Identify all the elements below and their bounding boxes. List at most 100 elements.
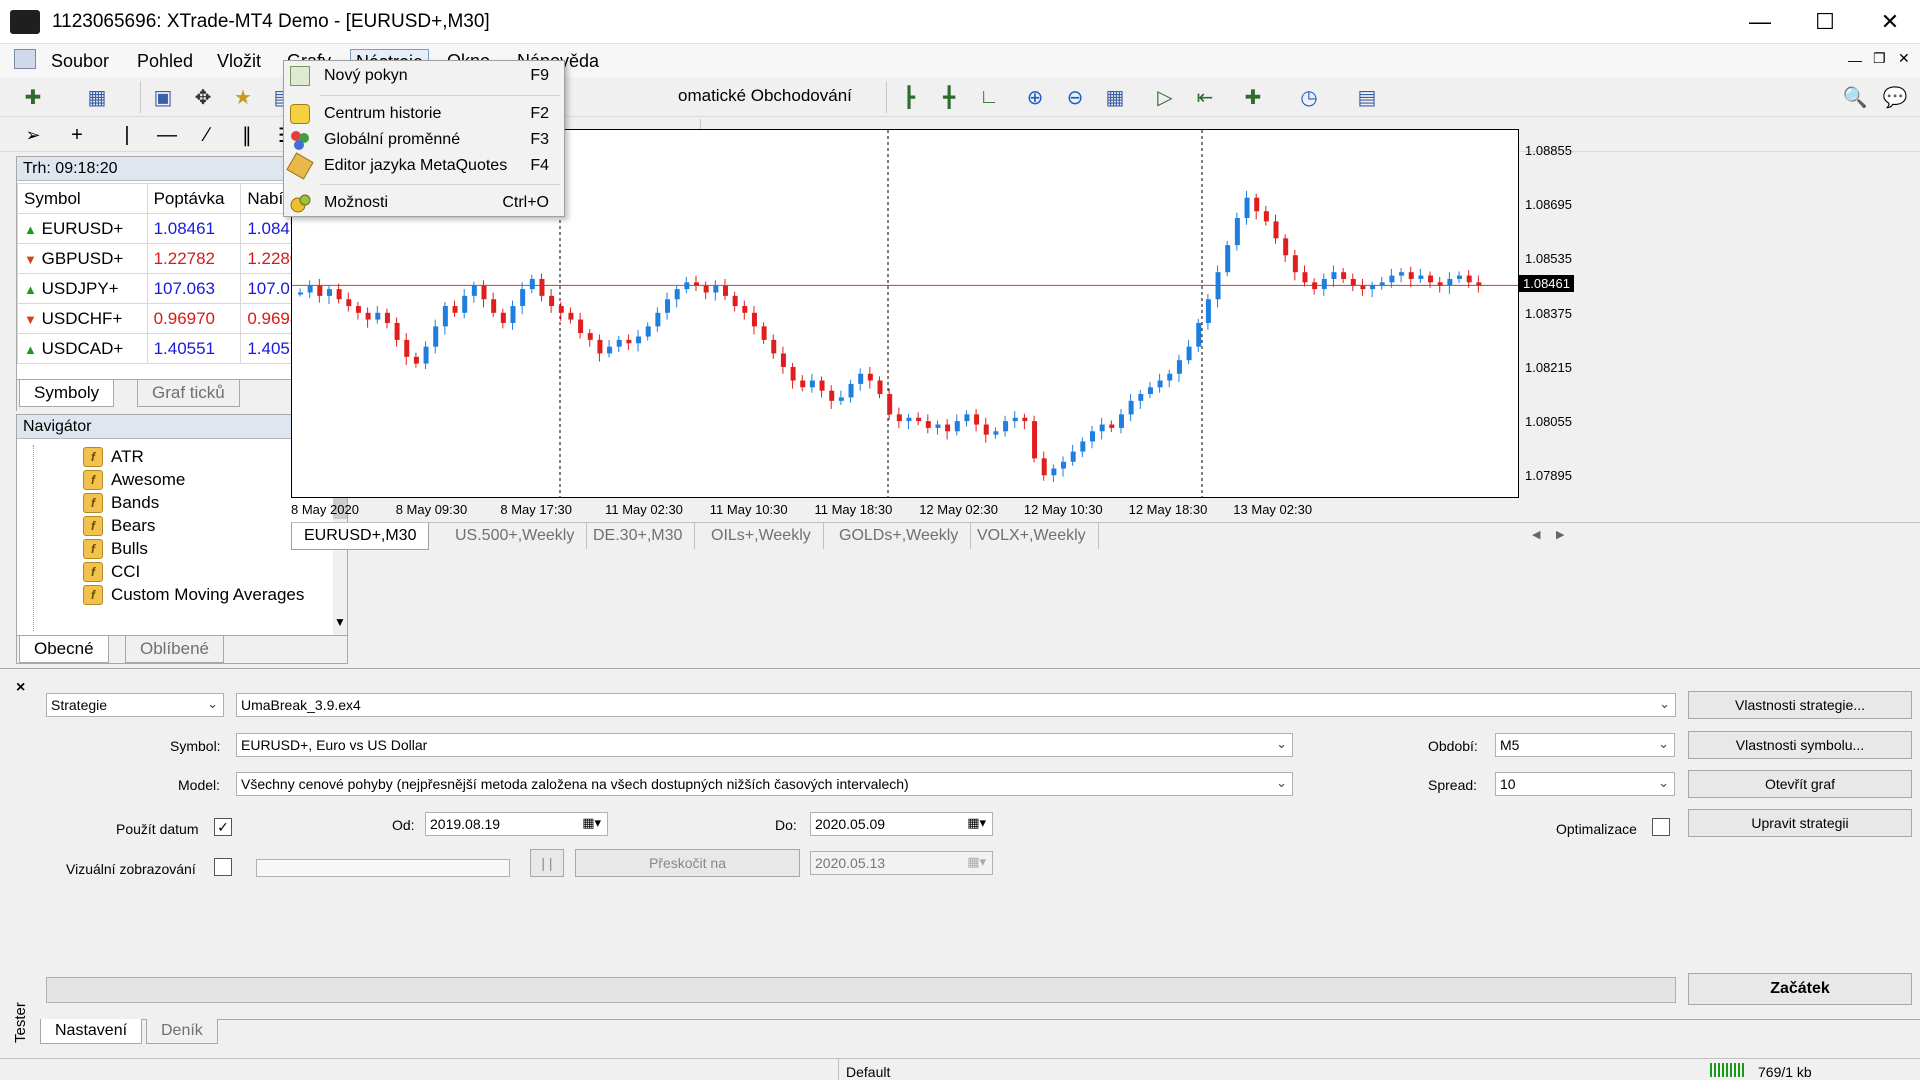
open-chart-button[interactable]: Otevřít graf [1688,770,1912,798]
chart-tab[interactable]: VOLX+,Weekly [965,523,1099,549]
mdi-restore-icon[interactable]: ❐ [1873,50,1886,67]
menu-history-center[interactable]: Centrum historie F2 [284,101,564,127]
tab-tick-chart[interactable]: Graf ticků [137,380,240,407]
symbol-select[interactable]: EURUSD+, Euro vs US Dollar ⌄ [236,733,1293,757]
col-bid[interactable]: Poptávka [146,183,242,214]
close-button[interactable]: ✕ [1860,0,1920,44]
profiles-icon[interactable]: ▦ [80,80,114,114]
symbol-cell[interactable]: ▲ USDCAD+ [17,333,148,364]
tab-symbols[interactable]: Symboly [19,380,115,407]
chart-tab[interactable]: OILs+,Weekly [699,523,824,549]
mode-select[interactable]: Strategie ⌄ [46,693,224,717]
table-row[interactable]: ▲ USDCAD+ 1.40551 1.40572 [17,333,331,364]
channel-icon[interactable]: ∥ [230,118,264,152]
scroll-down-icon[interactable]: ▼ [333,615,347,629]
market-watch-icon[interactable]: ▣ [146,80,180,114]
tile-windows-icon[interactable]: ▦ [1098,80,1132,114]
symbol-cell[interactable]: ▲ USDJPY+ [17,273,148,304]
table-row[interactable]: ▲ USDJPY+ 107.063 107.078 [17,273,331,304]
tabs-left-icon[interactable]: ◀ [1532,528,1540,541]
expert-select[interactable]: UmaBreak_3.9.ex4 ⌄ [236,693,1676,717]
speed-slider[interactable] [256,859,510,877]
chart-tab[interactable]: GOLDs+,Weekly [827,523,972,549]
visual-mode-checkbox[interactable] [214,858,232,876]
maximize-button[interactable]: ☐ [1795,0,1855,44]
crosshair-icon[interactable]: + [60,118,94,152]
navigator-icon[interactable]: ★ [226,80,260,114]
editor-icon [286,152,314,180]
candle [1437,276,1443,293]
bar-chart-icon[interactable]: ┣ [892,80,926,114]
mdi-close-icon[interactable]: ✕ [1898,50,1910,67]
expert-properties-button[interactable]: Vlastnosti strategie... [1688,691,1912,719]
chart-tab[interactable]: DE.30+,M30 [581,523,696,549]
zoom-in-icon[interactable]: ⊕ [1018,80,1052,114]
close-icon[interactable]: × [16,679,25,697]
menu-pohled[interactable]: Pohled [132,49,198,74]
use-date-checkbox[interactable]: ✓ [214,818,232,836]
start-button[interactable]: Začátek [1688,973,1912,1005]
tab-settings[interactable]: Nastavení [40,1019,143,1044]
to-date-input[interactable]: 2020.05.09 ▦▾ [810,812,993,836]
calendar-icon[interactable]: ▦▾ [582,815,601,831]
pause-button[interactable]: | | [530,849,564,877]
trendline-icon[interactable]: ∕ [190,118,224,152]
col-symbol[interactable]: Symbol [17,183,148,214]
table-row[interactable]: ▲ EURUSD+ 1.08461 1.08470 [17,213,331,244]
chart-shift-icon[interactable]: ▷ [1148,80,1182,114]
periods-icon[interactable]: ◷ [1292,80,1326,114]
tab-favorites[interactable]: Oblíbené [125,636,224,663]
skip-date-input[interactable]: 2020.05.13 ▦▾ [810,851,993,875]
menu-vlozit[interactable]: Vložit [212,49,266,74]
table-row[interactable]: ▼ USDCHF+ 0.96970 0.96986 [17,303,331,334]
chat-icon[interactable]: 💬 [1878,80,1912,114]
cursor-icon[interactable]: ➢ [16,118,50,152]
spread-select[interactable]: 10 ⌄ [1495,772,1675,796]
horizontal-line-icon[interactable]: — [150,118,184,152]
from-date-input[interactable]: 2019.08.19 ▦▾ [425,812,608,836]
symbol-cell[interactable]: ▼ GBPUSD+ [17,243,148,274]
vertical-line-icon[interactable]: | [110,118,144,152]
period-select[interactable]: M5 ⌄ [1495,733,1675,757]
candle [433,319,439,354]
menu-options[interactable]: Možnosti Ctrl+O [284,190,564,216]
menu-new-order[interactable]: Nový pokyn F9 [284,63,564,89]
autoscroll-icon[interactable]: ⇤ [1188,80,1222,114]
tab-common[interactable]: Obecné [19,636,109,663]
modify-expert-button[interactable]: Upravit strategii [1688,809,1912,837]
navigator-item[interactable]: f Custom Moving Averages [83,583,333,606]
tabs-right-icon[interactable]: ▶ [1556,528,1564,541]
calendar-icon[interactable]: ▦▾ [967,854,986,870]
menu-soubor[interactable]: Soubor [46,49,114,74]
chart-tab[interactable]: US.500+,Weekly [443,523,588,549]
indicator-icon: f [83,561,103,582]
indicators-icon[interactable]: ✚ [1236,80,1270,114]
model-select[interactable]: Všechny cenové pohyby (nejpřesnější meto… [236,772,1293,796]
tab-journal[interactable]: Deník [146,1019,218,1044]
autotrading-button[interactable]: omatické Obchodování [678,86,852,106]
minimize-button[interactable]: — [1730,0,1790,44]
search-icon[interactable]: 🔍 [1838,80,1872,114]
skip-to-button[interactable]: Přeskočit na [575,849,800,877]
candle [993,427,999,439]
new-chart-icon[interactable]: ✚ [16,80,50,114]
line-chart-icon[interactable]: ∟ [972,80,1006,114]
menu-global-variables[interactable]: Globální proměnné F3 [284,127,564,153]
optimize-label: Optimalizace [1556,821,1637,837]
table-row[interactable]: ▼ GBPUSD+ 1.22782 1.22808 [17,243,331,274]
candle-chart-icon[interactable]: ╋ [932,80,966,114]
chart-tab[interactable]: EURUSD+,M30 [291,523,430,550]
symbol-properties-button[interactable]: Vlastnosti symbolu... [1688,731,1912,759]
navigator-item[interactable]: f CCI [83,560,333,583]
candle [578,312,584,339]
zoom-out-icon[interactable]: ⊖ [1058,80,1092,114]
menu-metaquotes-editor[interactable]: Editor jazyka MetaQuotes F4 [284,152,564,180]
candle [1118,408,1124,434]
data-window-icon[interactable]: ✥ [186,80,220,114]
mdi-minimize-icon[interactable]: — [1848,52,1862,68]
optimize-checkbox[interactable] [1652,818,1670,836]
calendar-icon[interactable]: ▦▾ [967,815,986,831]
templates-icon[interactable]: ▤ [1350,80,1384,114]
symbol-cell[interactable]: ▼ USDCHF+ [17,303,148,334]
symbol-cell[interactable]: ▲ EURUSD+ [17,213,148,244]
